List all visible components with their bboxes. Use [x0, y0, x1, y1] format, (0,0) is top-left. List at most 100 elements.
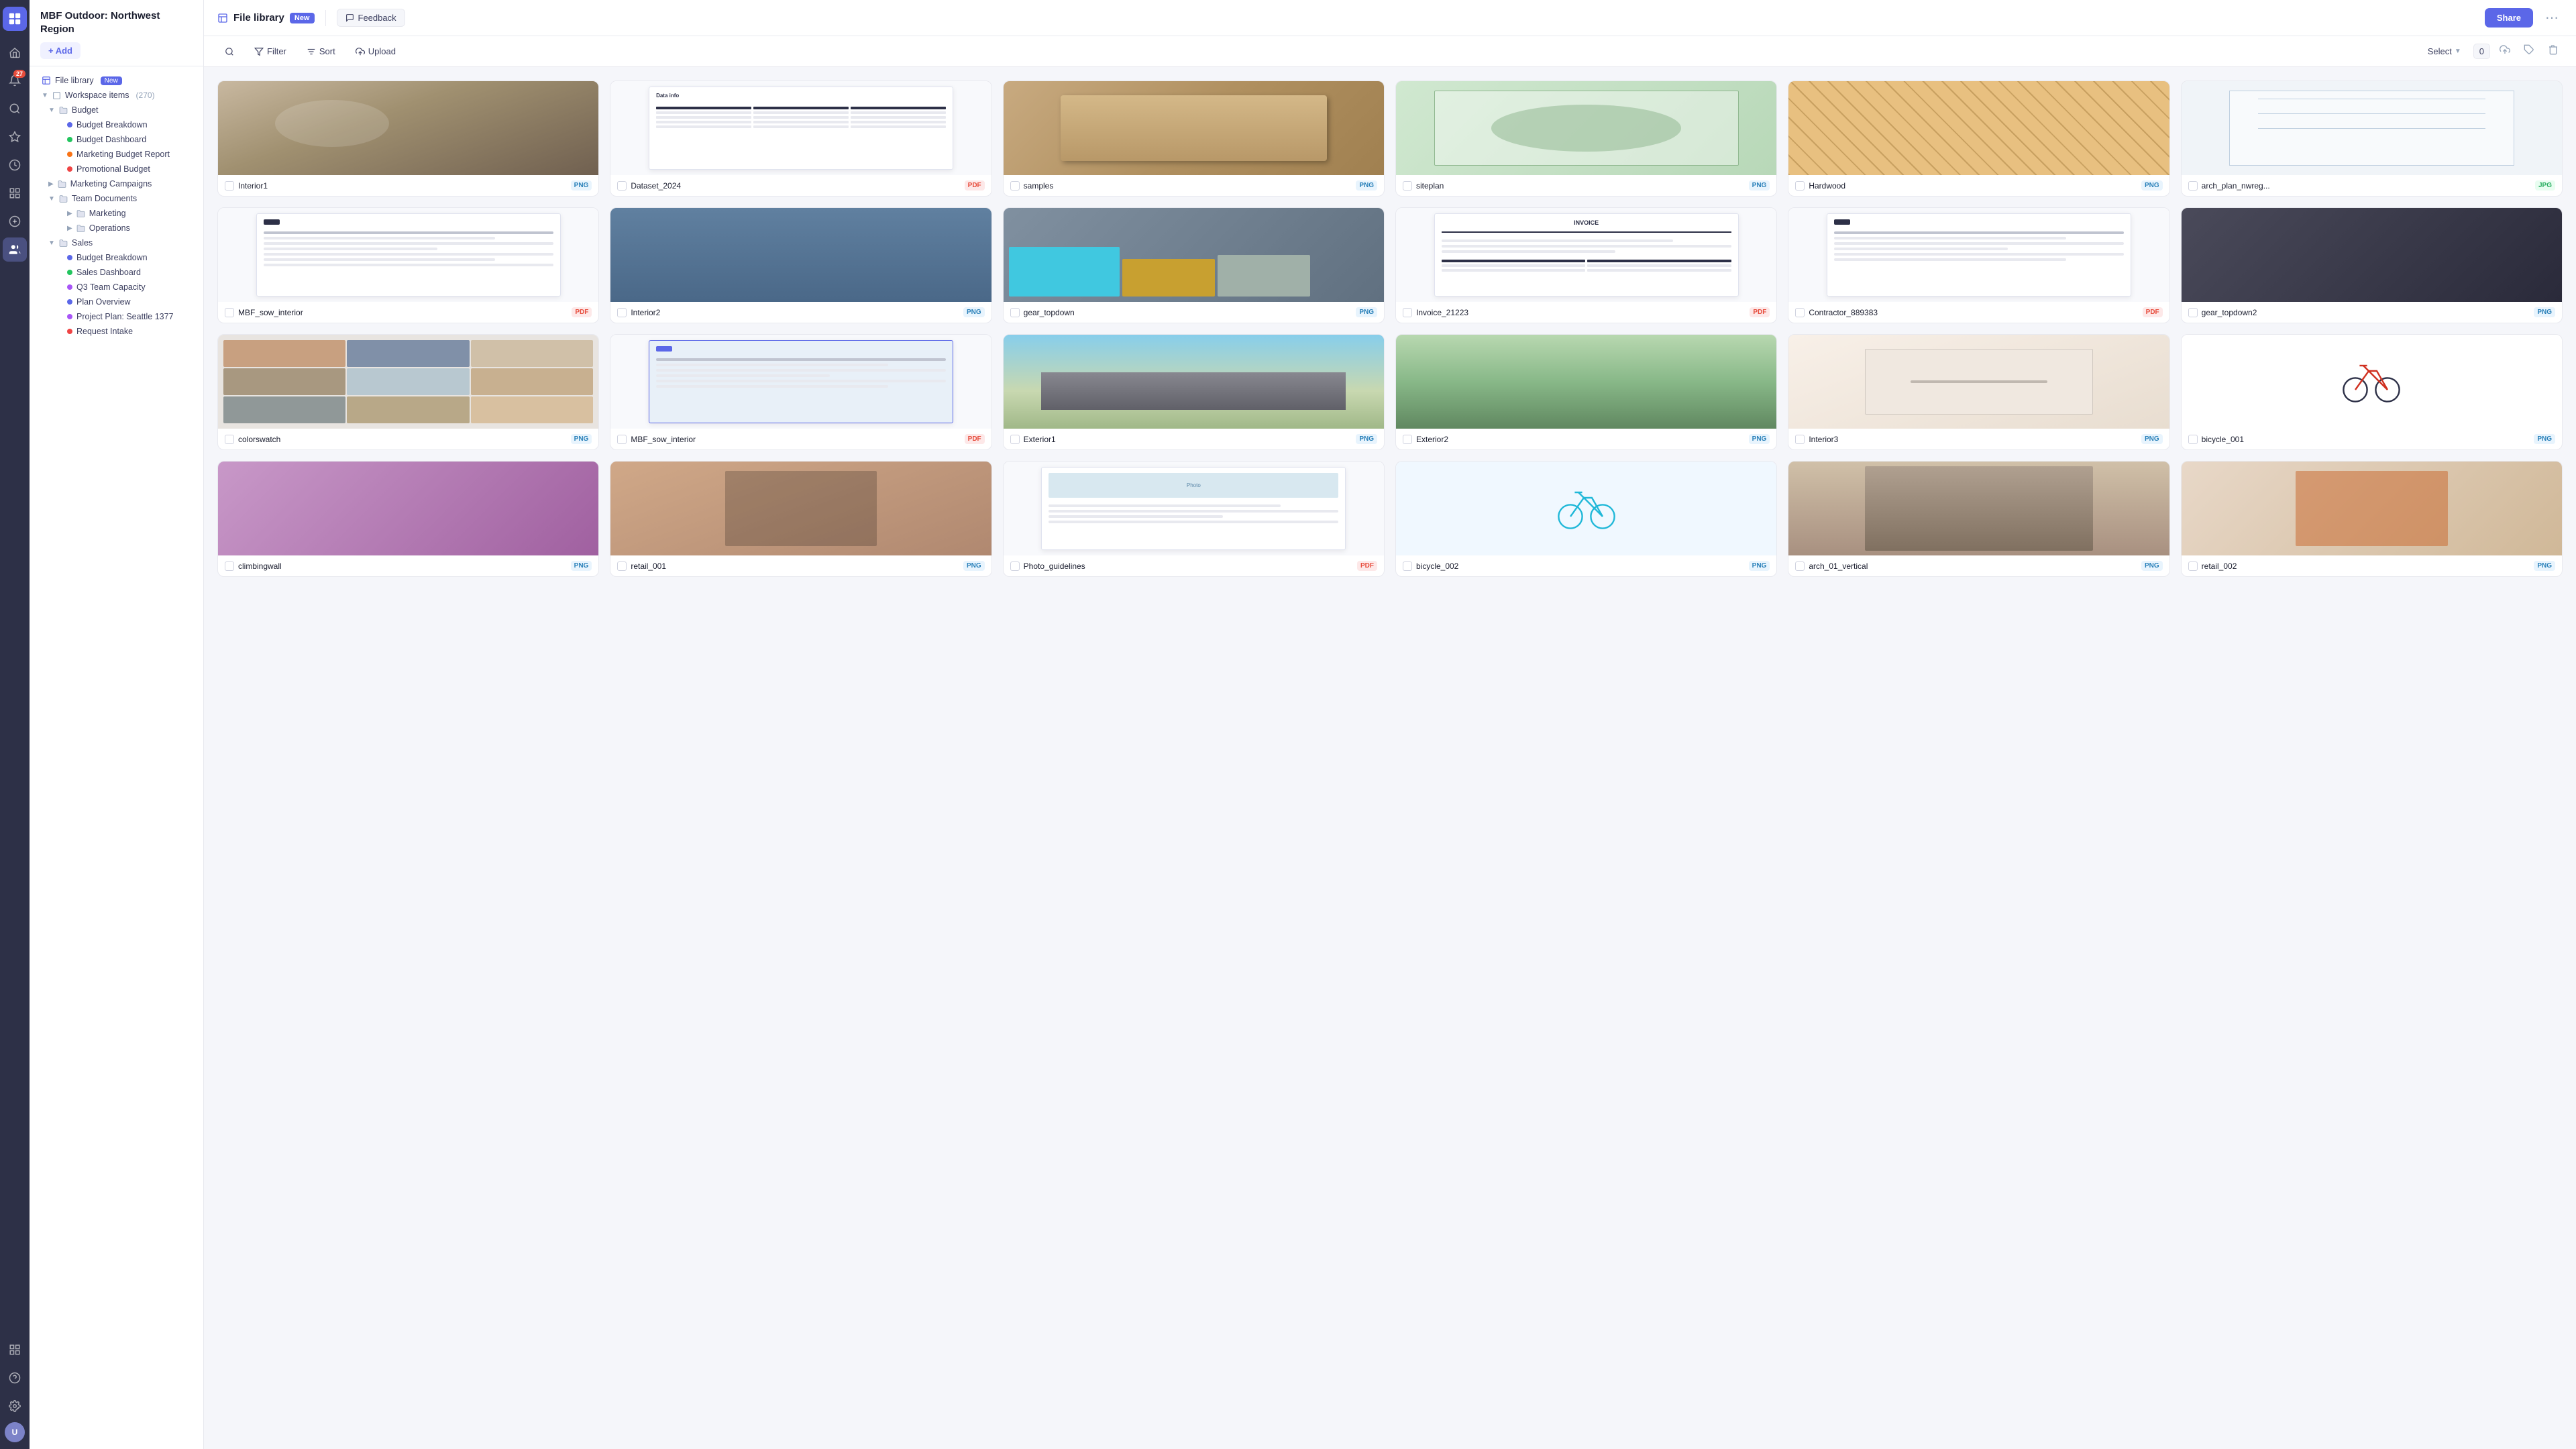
file-card[interactable]: Hardwood PNG: [1788, 80, 2169, 197]
file-card[interactable]: siteplan PNG: [1395, 80, 1777, 197]
file-card[interactable]: samples PNG: [1003, 80, 1385, 197]
nav-search[interactable]: [3, 97, 27, 121]
sidebar-item-marketing-campaigns[interactable]: ▶ Marketing Campaigns: [32, 176, 201, 191]
sidebar-nav: File library New ▼ Workspace items (270)…: [30, 66, 203, 1449]
sidebar-item-team-documents[interactable]: ▼ Team Documents: [32, 191, 201, 206]
file-card[interactable]: arch_01_vertical PNG: [1788, 461, 2169, 577]
select-button[interactable]: Select ▼: [2421, 43, 2468, 60]
file-card[interactable]: Data info Dataset_2024 PDF: [610, 80, 991, 197]
file-checkbox[interactable]: [1403, 435, 1412, 444]
file-checkbox[interactable]: [2188, 181, 2198, 191]
file-card[interactable]: gear_topdown2 PNG: [2181, 207, 2563, 323]
file-card[interactable]: Interior3 PNG: [1788, 334, 2169, 450]
sidebar-item-budget-folder[interactable]: ▼ Budget: [32, 103, 201, 117]
file-checkbox[interactable]: [1403, 308, 1412, 317]
delete-button[interactable]: [2544, 42, 2563, 61]
nav-plus[interactable]: [3, 209, 27, 233]
feedback-label: Feedback: [358, 13, 396, 23]
file-card[interactable]: bicycle_001 PNG: [2181, 334, 2563, 450]
sidebar-workspace-items[interactable]: ▼ Workspace items (270): [32, 88, 201, 103]
share-button[interactable]: Share: [2485, 8, 2533, 28]
file-card[interactable]: Interior2 PNG: [610, 207, 991, 323]
file-checkbox[interactable]: [1010, 181, 1020, 191]
filter-button[interactable]: Filter: [247, 42, 294, 60]
sort-button[interactable]: Sort: [299, 42, 343, 60]
file-checkbox[interactable]: [1403, 181, 1412, 191]
file-card[interactable]: gear_topdown PNG: [1003, 207, 1385, 323]
file-checkbox[interactable]: [2188, 435, 2198, 444]
file-checkbox[interactable]: [1403, 561, 1412, 571]
file-card[interactable]: retail_001 PNG: [610, 461, 991, 577]
search-button[interactable]: [217, 43, 241, 60]
file-card[interactable]: climbingwall PNG: [217, 461, 599, 577]
file-card[interactable]: retail_002 PNG: [2181, 461, 2563, 577]
file-checkbox[interactable]: [617, 435, 627, 444]
file-checkbox[interactable]: [617, 561, 627, 571]
sidebar-item-q3-capacity[interactable]: Q3 Team Capacity: [32, 280, 201, 294]
file-type-badge: PNG: [1749, 434, 1770, 444]
folder-icon: [59, 195, 68, 203]
file-card[interactable]: Exterior2 PNG: [1395, 334, 1777, 450]
file-card[interactable]: MBF_sow_interior PDF: [217, 207, 599, 323]
file-card[interactable]: arch_plan_nwreg... JPG: [2181, 80, 2563, 197]
file-checkbox[interactable]: [617, 181, 627, 191]
file-checkbox[interactable]: [225, 308, 234, 317]
sidebar-item-request-intake[interactable]: Request Intake: [32, 324, 201, 339]
file-checkbox[interactable]: [1010, 308, 1020, 317]
sidebar-item-marketing-budget-report[interactable]: Marketing Budget Report: [32, 147, 201, 162]
sidebar-item-budget-breakdown[interactable]: Budget Breakdown: [32, 117, 201, 132]
file-card[interactable]: colorswatch PNG: [217, 334, 599, 450]
file-name: bicycle_001: [2202, 435, 2530, 444]
search-icon: [225, 47, 234, 56]
sidebar-item-budget-dashboard[interactable]: Budget Dashboard: [32, 132, 201, 147]
sidebar-item-file-library[interactable]: File library New: [32, 73, 201, 88]
file-card[interactable]: INVOICE Invoice_21223: [1395, 207, 1777, 323]
file-card[interactable]: Exterior1 PNG: [1003, 334, 1385, 450]
sidebar-item-sales[interactable]: ▼ Sales: [32, 235, 201, 250]
file-checkbox[interactable]: [1795, 561, 1805, 571]
tag-button[interactable]: [2520, 42, 2538, 61]
nav-notification[interactable]: 27: [3, 68, 27, 93]
main-content: File library New Feedback Share ⋯ Filter…: [204, 0, 2576, 1449]
file-card[interactable]: Photo Photo_guidelines PDF: [1003, 461, 1385, 577]
feedback-button[interactable]: Feedback: [337, 9, 405, 27]
sidebar-item-sales-dashboard[interactable]: Sales Dashboard: [32, 265, 201, 280]
file-checkbox[interactable]: [617, 308, 627, 317]
sidebar-item-marketing[interactable]: ▶ Marketing: [32, 206, 201, 221]
file-checkbox[interactable]: [1795, 435, 1805, 444]
user-avatar[interactable]: U: [5, 1422, 25, 1442]
add-button[interactable]: + Add: [40, 42, 80, 59]
sidebar-item-plan-overview[interactable]: Plan Overview: [32, 294, 201, 309]
file-checkbox[interactable]: [1795, 181, 1805, 191]
sidebar-item-promotional-budget[interactable]: Promotional Budget: [32, 162, 201, 176]
file-card[interactable]: MBF_sow_interior PDF: [610, 334, 991, 450]
more-options-button[interactable]: ⋯: [2541, 7, 2563, 29]
file-type-badge: PNG: [2534, 307, 2555, 317]
file-checkbox[interactable]: [225, 561, 234, 571]
file-checkbox[interactable]: [2188, 561, 2198, 571]
sidebar-item-sales-budget-breakdown[interactable]: Budget Breakdown: [32, 250, 201, 265]
sidebar-item-operations[interactable]: ▶ Operations: [32, 221, 201, 235]
file-checkbox[interactable]: [225, 181, 234, 191]
file-card[interactable]: bicycle_002 PNG: [1395, 461, 1777, 577]
nav-settings[interactable]: [3, 1394, 27, 1418]
cloud-upload-button[interactable]: [2496, 42, 2514, 61]
file-checkbox[interactable]: [2188, 308, 2198, 317]
file-checkbox[interactable]: [1010, 435, 1020, 444]
sidebar-item-project-plan[interactable]: Project Plan: Seattle 1377: [32, 309, 201, 324]
nav-projects[interactable]: [3, 181, 27, 205]
upload-button[interactable]: Upload: [348, 42, 403, 60]
file-checkbox[interactable]: [1010, 561, 1020, 571]
nav-help[interactable]: [3, 1366, 27, 1390]
app-logo[interactable]: [3, 7, 27, 31]
file-card[interactable]: Contractor_889383 PDF: [1788, 207, 2169, 323]
nav-grid-bottom[interactable]: [3, 1338, 27, 1362]
nav-members[interactable]: [3, 237, 27, 262]
nav-starred[interactable]: [3, 125, 27, 149]
nav-recent[interactable]: [3, 153, 27, 177]
nav-home[interactable]: [3, 40, 27, 64]
file-checkbox[interactable]: [225, 435, 234, 444]
file-checkbox[interactable]: [1795, 308, 1805, 317]
file-thumbnail: INVOICE: [1396, 208, 1776, 302]
file-card[interactable]: Interior1 PNG: [217, 80, 599, 197]
